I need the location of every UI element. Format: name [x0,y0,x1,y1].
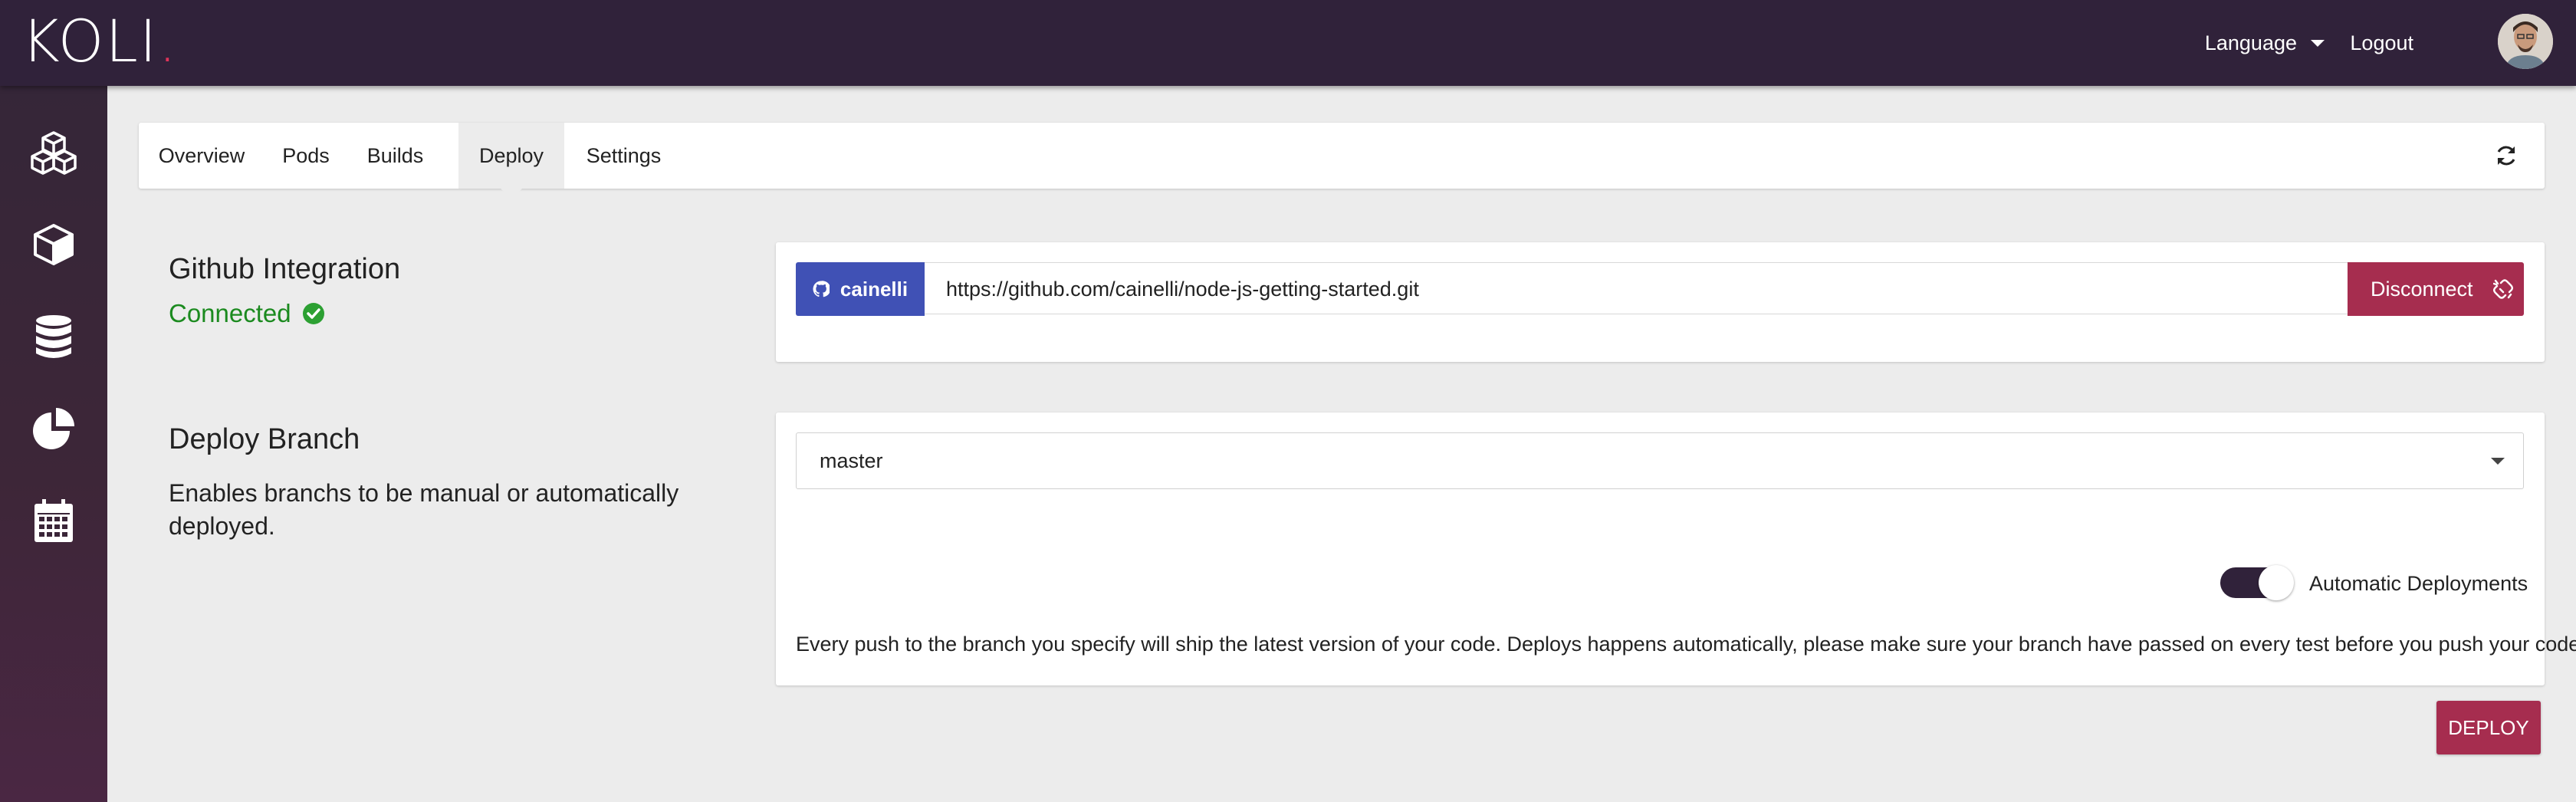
disconnect-label: Disconnect [2371,277,2473,301]
tabs-bar: Overview Pods Builds Deploy Settings [139,123,2545,199]
github-card: cainelli https://github.com/cainelli/nod… [776,242,2545,362]
refresh-button[interactable] [2494,143,2518,168]
chevron-down-icon [2311,39,2325,47]
tab-settings[interactable]: Settings [564,123,683,189]
tab-builds[interactable]: Builds [347,123,443,189]
koli-logo[interactable]: KOLI. [21,11,178,72]
deploy-button[interactable]: DEPLOY [2436,701,2541,754]
top-bar: KOLI. Language Logout [0,0,2576,86]
language-label: Language [2204,31,2297,54]
automatic-deployments-toggle[interactable] [2220,565,2294,600]
logo-dot: . [158,7,179,75]
github-username: cainelli [840,277,909,301]
branch-select[interactable]: master [796,432,2524,489]
refresh-icon [2497,146,2515,166]
sidebar-item-apps[interactable] [27,126,80,179]
sidebar-item-metrics[interactable] [27,402,80,455]
sidebar-item-namespace[interactable] [27,218,80,271]
language-dropdown[interactable]: Language [2205,28,2325,58]
user-avatar[interactable] [2498,14,2553,69]
deploy-note: Every push to the branch you specify wil… [796,633,2576,656]
cubes-icon [31,131,77,175]
logo-text: KOLI [21,7,159,75]
calendar-icon [34,499,73,542]
sidebar [0,86,107,802]
tab-overview[interactable]: Overview [139,123,264,189]
automatic-deployments-label: Automatic Deployments [2309,572,2528,595]
branch-select-value: master [820,449,883,472]
check-circle-icon [302,303,324,324]
toggle-knob [2259,565,2294,600]
github-user-badge: cainelli [796,262,925,316]
deploy-branch-description: Enables branchs to be manual or automati… [169,479,679,540]
unlink-icon [2493,279,2513,299]
connection-status: Connected [169,299,325,328]
logout-link[interactable]: Logout [2350,28,2413,58]
deploy-branch-title: Deploy Branch [169,423,360,455]
database-icon [36,315,71,358]
disconnect-button[interactable]: Disconnect [2348,262,2524,316]
repo-url-field[interactable]: https://github.com/cainelli/node-js-gett… [925,262,2357,314]
tab-deploy[interactable]: Deploy [458,123,564,199]
tab-pods[interactable]: Pods [264,123,347,189]
sidebar-item-schedule[interactable] [27,494,80,547]
github-integration-title: Github Integration [169,253,401,285]
cube-icon [34,224,74,265]
deploy-card: master Automatic Deployments Every push … [776,413,2576,685]
github-icon [813,281,830,297]
connection-status-text: Connected [169,299,291,327]
chevron-down-icon [2491,458,2505,465]
pie-chart-icon [33,408,74,449]
sidebar-item-storage[interactable] [27,310,80,363]
avatar-icon [2498,14,2553,69]
